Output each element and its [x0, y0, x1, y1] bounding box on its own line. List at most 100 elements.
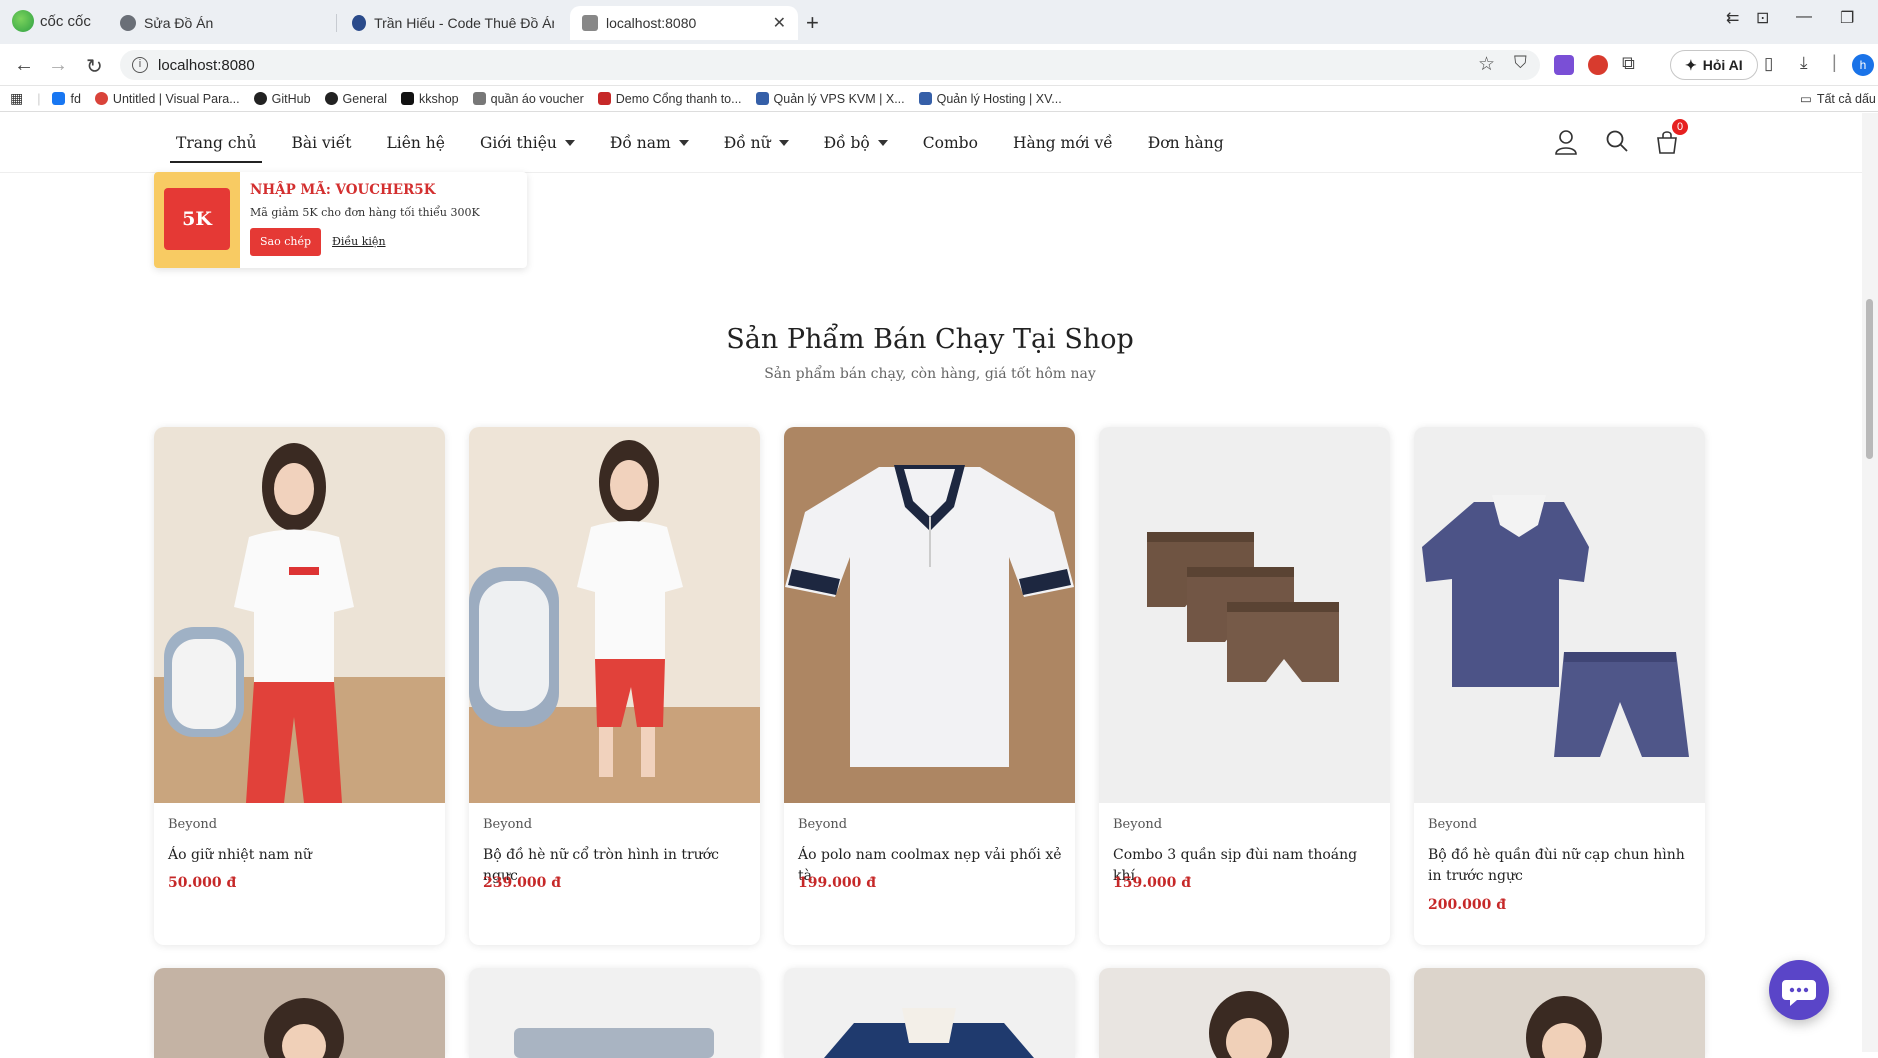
product-image[interactable] — [1099, 968, 1390, 1058]
server-icon — [918, 92, 932, 105]
bookmark-item[interactable]: GitHub — [253, 92, 311, 106]
product-image[interactable] — [154, 427, 445, 803]
site-info-icon[interactable]: i — [132, 57, 148, 73]
product-image[interactable] — [1414, 968, 1705, 1058]
download-icon[interactable]: ⤓ — [1800, 53, 1808, 73]
product-name[interactable]: Bộ đồ hè quần đùi nữ cạp chun hình in tr… — [1428, 845, 1693, 887]
bookmark-label: General — [342, 91, 388, 106]
tab-search-icon[interactable]: ⇇ — [1726, 8, 1739, 28]
nav-combo[interactable]: Combo — [923, 113, 978, 173]
nav-women[interactable]: Đồ nữ — [724, 113, 789, 173]
close-tab-icon[interactable]: ✕ — [773, 13, 786, 33]
nav-home[interactable]: Trang chủ — [169, 113, 263, 173]
page-scrollbar[interactable] — [1862, 113, 1878, 1052]
minimize-icon[interactable]: — — [1796, 8, 1812, 26]
nav-sets[interactable]: Đồ bộ — [824, 113, 888, 173]
bookmark-star-icon[interactable]: ☆ — [1478, 53, 1495, 76]
site-favicon-icon — [352, 15, 367, 31]
maximize-icon[interactable]: ❐ — [1840, 8, 1854, 28]
nav-about[interactable]: Giới thiệu — [480, 113, 575, 173]
bookmark-label: Demo Cổng thanh to... — [615, 91, 742, 106]
bookmark-item[interactable]: Demo Cổng thanh to... — [597, 91, 742, 106]
product-name[interactable]: Áo giữ nhiệt nam nữ — [168, 845, 433, 866]
product-card[interactable]: Beyond Áo polo nam coolmax nẹp vải phối … — [784, 427, 1075, 945]
voucher-conditions-link[interactable]: Điều kiện — [332, 235, 386, 248]
tab-localhost[interactable]: localhost:8080 ✕ — [570, 6, 798, 40]
product-brand: Beyond — [483, 817, 533, 832]
sidebar-icon[interactable]: ▯ — [1764, 54, 1773, 74]
product-card[interactable]: Beyond Bộ đồ hè quần đùi nữ cạp chun hìn… — [1414, 427, 1705, 945]
hoi-ai-button[interactable]: ✦ Hỏi AI — [1670, 50, 1758, 80]
chat-button[interactable] — [1769, 960, 1829, 1020]
forward-arrow-icon[interactable]: → — [48, 54, 68, 77]
product-card[interactable]: Beyond Bộ đồ hè nữ cổ tròn hình in trước… — [469, 427, 760, 945]
product-image[interactable] — [469, 427, 760, 803]
product-card[interactable]: Beyond Áo giữ nhiệt nam nữ 50.000 đ — [154, 427, 445, 945]
product-price: 199.000 đ — [798, 875, 876, 891]
product-card-partial[interactable] — [784, 968, 1075, 1058]
bookmark-item[interactable]: General — [324, 91, 388, 106]
copy-voucher-button[interactable]: Sao chép — [250, 228, 322, 256]
product-image[interactable] — [784, 968, 1075, 1058]
bookmark-item[interactable]: kkshop — [401, 92, 459, 106]
bookmark-item[interactable]: Untitled | Visual Para... — [94, 92, 240, 106]
url-bar[interactable]: i localhost:8080 — [120, 50, 1540, 80]
new-tab-button[interactable]: + — [806, 10, 819, 36]
product-image[interactable] — [469, 968, 760, 1058]
extension-v-icon[interactable] — [1554, 55, 1574, 75]
bookmark-item[interactable]: Quản lý VPS KVM | X... — [755, 91, 905, 106]
tab-sua-do-an[interactable]: Sửa Đồ Án — [108, 6, 328, 40]
tab-title: Trần Hiếu - Code Thuê Đồ Án - J — [374, 15, 554, 31]
tab-code-thue[interactable]: Trần Hiếu - Code Thuê Đồ Án - J — [340, 6, 566, 40]
section-subtitle: Sản phẩm bán chạy, còn hàng, giá tốt hôm… — [764, 366, 1096, 382]
nav-label: Trang chủ — [176, 134, 257, 152]
browser-tab-bar: cốc cốc Sửa Đồ Án Trần Hiếu - Code Thuê … — [0, 0, 1878, 44]
product-card-partial[interactable] — [469, 968, 760, 1058]
nav-posts[interactable]: Bài viết — [291, 113, 351, 173]
product-image[interactable] — [154, 968, 445, 1058]
product-card-partial[interactable] — [154, 968, 445, 1058]
product-card-partial[interactable] — [1414, 968, 1705, 1058]
back-arrow-icon[interactable]: ← — [14, 54, 34, 77]
profile-avatar[interactable]: h — [1852, 54, 1874, 76]
bookmark-label: fd — [70, 91, 81, 106]
coccoc-logo-icon — [12, 10, 34, 32]
bookmark-divider: | — [37, 91, 41, 106]
product-brand: Beyond — [798, 817, 848, 832]
all-bookmarks-label: Tất cả dấu — [1816, 91, 1876, 106]
puzzle-extensions-icon[interactable]: ⧉ — [1622, 53, 1635, 74]
shop-icon — [472, 92, 486, 105]
nav-label: Đồ bộ — [823, 134, 870, 152]
bookmark-label: Quản lý VPS KVM | X... — [773, 91, 905, 106]
bookmark-label: Quản lý Hosting | XV... — [936, 91, 1062, 106]
nav-label: Đồ nữ — [723, 134, 771, 152]
reload-icon[interactable]: ↻ — [86, 54, 103, 79]
nav-orders[interactable]: Đơn hàng — [1148, 113, 1224, 173]
bookmark-item[interactable]: Quản lý Hosting | XV... — [918, 91, 1062, 106]
product-image[interactable] — [784, 427, 1075, 803]
scrollbar-thumb[interactable] — [1866, 299, 1873, 459]
github-icon — [253, 92, 267, 105]
product-image[interactable] — [1099, 427, 1390, 803]
nav-label: Hàng mới về — [1012, 134, 1113, 152]
nav-men[interactable]: Đồ nam — [610, 113, 689, 173]
apps-grid-icon[interactable]: ▦ — [10, 90, 23, 107]
all-bookmarks-folder[interactable]: ▭ Tất cả dấu — [1800, 91, 1876, 107]
product-brand: Beyond — [168, 817, 218, 832]
search-icon[interactable] — [1605, 129, 1629, 153]
product-price: 239.000 đ — [483, 875, 561, 891]
menu-divider-icon: | — [1832, 52, 1837, 72]
globe-icon — [120, 15, 136, 31]
shield-icon[interactable]: ⛉ — [1514, 53, 1527, 73]
user-icon[interactable] — [1554, 129, 1578, 155]
extension-s-icon[interactable] — [1588, 55, 1608, 75]
bookmark-item[interactable]: quần áo voucher — [472, 92, 584, 106]
browser-brand[interactable]: cốc cốc — [12, 10, 91, 32]
screenshot-icon[interactable]: ⊡ — [1756, 8, 1769, 28]
product-card-partial[interactable] — [1099, 968, 1390, 1058]
product-card[interactable]: Beyond Combo 3 quần sịp đùi nam thoáng k… — [1099, 427, 1390, 945]
nav-new-arrivals[interactable]: Hàng mới về — [1013, 113, 1113, 173]
product-image[interactable] — [1414, 427, 1705, 803]
nav-contact[interactable]: Liên hệ — [386, 113, 445, 173]
bookmark-item[interactable]: fd — [52, 91, 81, 106]
